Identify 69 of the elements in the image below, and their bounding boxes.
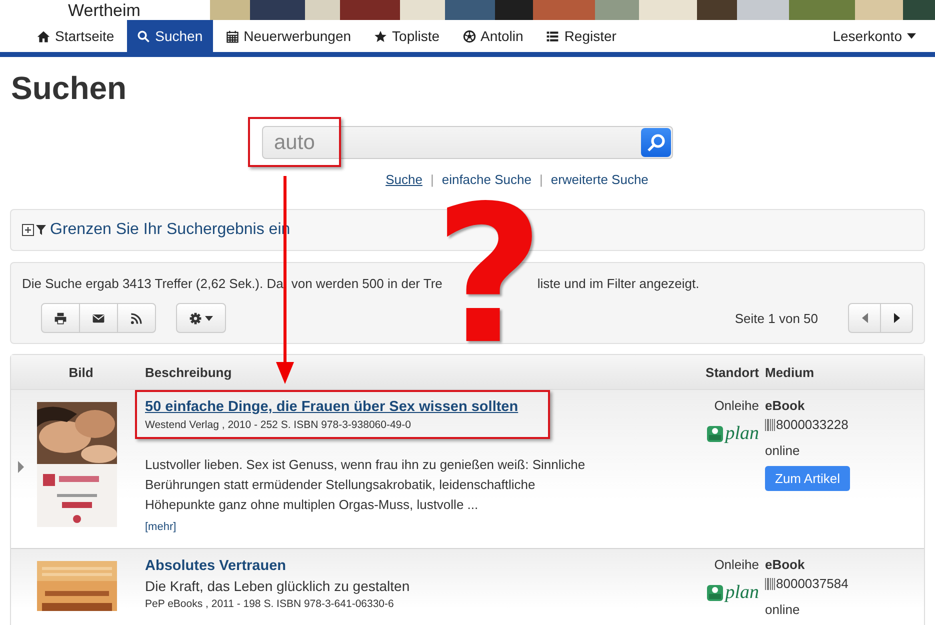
result-title-link[interactable]: 50 einfache Dinge, die Frauen über Sex wissen sollten — [145, 397, 518, 417]
result-subtitle: Die Kraft, das Leben glücklich zu gestalten — [145, 577, 410, 596]
publisher-info: PeP eBooks , 2011 - 198 S. ISBN 978-3-641-06330-6 — [145, 597, 394, 611]
ball-icon — [462, 30, 476, 42]
logo-text: plan — [725, 423, 759, 445]
logo-icon — [707, 426, 724, 442]
question-mark: ? — [447, 200, 533, 342]
envelope-icon — [92, 312, 105, 324]
column-header: Beschreibung — [144, 364, 233, 380]
location-text: Onleihe — [714, 557, 759, 572]
caret-icon — [907, 33, 916, 39]
nav-tab[interactable]: Startseite — [27, 20, 124, 52]
search-icon — [137, 30, 150, 42]
logo-text: plan — [725, 582, 759, 604]
rss-button[interactable] — [117, 303, 156, 333]
rss-icon — [130, 312, 143, 324]
column-header: Standort — [704, 364, 760, 380]
search-mode-link[interactable]: einfache Suche — [442, 172, 532, 187]
barcode-icon — [765, 418, 775, 430]
caret-icon — [205, 316, 213, 320]
caret-right-icon — [894, 313, 900, 323]
star-icon — [374, 30, 388, 42]
location-text: Onleihe — [714, 398, 759, 413]
nav-tab[interactable]: Antolin — [452, 20, 534, 52]
availability-text: online — [765, 442, 800, 460]
medium-type: eBook — [765, 556, 805, 574]
article-button[interactable]: Zum Artikel — [765, 466, 850, 491]
home-icon — [37, 30, 50, 42]
search-icon — [646, 132, 666, 152]
results-summary: von werden 500 in der Tre — [291, 276, 442, 292]
result-title-link[interactable]: Absolutes Vertrauen — [145, 556, 286, 576]
search-mode-link[interactable]: erweiterte Suche — [550, 172, 648, 187]
filter-icon — [36, 225, 46, 235]
nav-tab[interactable]: Register — [536, 20, 626, 52]
printer-icon — [54, 312, 67, 324]
settings-dropdown[interactable] — [176, 303, 226, 333]
search-mode-link[interactable]: Suche — [386, 172, 422, 187]
page-info: Seite 1 von 50 — [734, 310, 818, 326]
nav-tab[interactable]: Suchen — [127, 20, 213, 52]
calendar-icon — [226, 30, 239, 42]
barcode-number: 8000037584 — [776, 575, 848, 593]
account-menu[interactable]: Leserkonto — [822, 20, 935, 52]
previous-page-button[interactable] — [848, 303, 881, 333]
results-summary: liste und im Filter angezeigt. — [537, 276, 700, 292]
search-button[interactable] — [641, 128, 671, 157]
medium-type: eBook — [765, 397, 805, 415]
publisher-info: Westend Verlag , 2010 - 252 S. ISBN 978-3-938060-49-0 — [145, 418, 411, 432]
caret-left-icon — [862, 313, 868, 323]
email-button[interactable] — [79, 303, 118, 333]
gear-icon — [189, 312, 202, 324]
barcode-icon — [765, 578, 775, 590]
list-icon — [546, 30, 560, 42]
barcode-number: 8000033228 — [776, 416, 848, 434]
library-name: Wertheim — [67, 0, 142, 20]
link-separator: | — [430, 172, 434, 187]
column-header: Bild — [68, 364, 94, 380]
availability-text: online — [765, 601, 800, 619]
more-link[interactable]: [mehr] — [145, 521, 176, 533]
nav-tab[interactable]: Topliste — [364, 20, 450, 52]
next-page-button[interactable] — [880, 303, 913, 333]
print-button[interactable] — [41, 303, 80, 333]
results-summary: Die Suche ergab 3413 Treffer (2,62 Sek.). Da — [22, 276, 284, 292]
logo-icon — [707, 585, 724, 601]
column-header: Medium — [765, 364, 816, 380]
nav-tab[interactable]: Neuerwerbungen — [216, 20, 362, 52]
result-description: Lustvoller lieben. Sex ist Genuss, wenn frau ihn zu genießen weiß: Sinnliche Berührungen statt ermüdender Stellungsakrobatik, leidenschaftliche Höhepunkte ganz ohne multiplen Orgas-Muss, lustvolle ... — [145, 456, 586, 514]
link-separator: | — [539, 172, 543, 187]
page-title: Suchen — [11, 69, 127, 107]
expand-icon[interactable] — [22, 224, 34, 236]
